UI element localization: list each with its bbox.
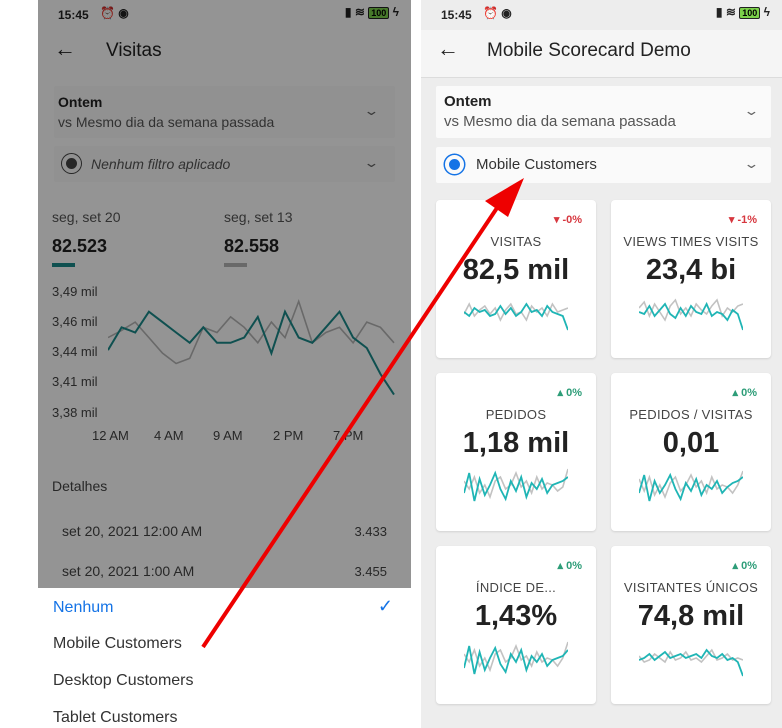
back-arrow-icon[interactable]: ← [437,36,459,62]
battery-icon: 100 [739,6,761,19]
metric-value: 0,01 [662,427,720,459]
date-range-label: Ontem [444,93,492,110]
sparkline [639,470,743,502]
sparkline [639,298,743,331]
metric-label: ÍNDICE DE... [475,580,557,595]
delta-down: ▾ -1% [728,214,757,226]
metric-value: 74,8 mil [637,600,745,632]
delta-value: 0% [566,387,582,399]
sparkline-current [464,470,568,502]
delta-up: ▴ 0% [557,387,582,399]
status-icons: ▮ ≋ 100 ϟ [716,5,770,19]
modal-scrim[interactable] [38,0,411,588]
date-range-selector[interactable]: Ontem vs Mesmo dia da semana passada ⌄ [436,86,771,138]
sparkline-current [464,645,568,675]
sheet-item-label: Mobile Customers [53,635,182,652]
delta-value: -0% [562,214,582,226]
metric-label: VISITANTES ÚNICOS [623,580,759,595]
metric-tile[interactable]: ▴ 0% PEDIDOS / VISITAS 0,01 [611,373,771,531]
sheet-item-desktop-customers[interactable]: Desktop Customers [38,662,411,699]
chevron-down-icon: ⌄ [743,103,760,118]
delta-up: ▴ 0% [557,560,582,572]
metric-value: 1,43% [474,600,558,632]
segment-selector[interactable]: Mobile Customers ⌄ [436,147,771,183]
metric-tile[interactable]: ▴ 0% ÍNDICE DE... 1,43% [436,546,596,704]
segment-label: Mobile Customers [476,156,597,173]
sparkline [639,648,743,677]
sparkline-current [464,302,568,331]
left-phone-screen: 15:45 ⏰ ◉ ▮ ≋ 100 ϟ ← Visitas Ontem vs M… [38,0,411,728]
delta-up: ▴ 0% [732,560,757,572]
status-time: 15:45 [441,8,472,22]
metric-tile[interactable]: ▾ -1% VIEWS TIMES VISITS 23,4 bi [611,200,771,358]
metric-label: VIEWS TIMES VISITS [623,234,759,249]
delta-value: -1% [737,214,757,226]
delta-value: 0% [566,560,582,572]
sheet-item-label: Desktop Customers [53,672,194,689]
sheet-item-label: Nenhum [53,599,114,616]
sheet-item-nenhum[interactable]: Nenhum ✓ [38,588,411,625]
sheet-item-label: Tablet Customers [53,709,178,726]
sparkline-current [639,472,743,502]
alarm-icon: ⏰ ◉ [483,6,512,20]
metric-label: PEDIDOS [485,407,547,422]
right-phone-screen: 15:45 ⏰ ◉ ▮ ≋ 100 ϟ ← Mobile Scorecard D… [421,0,782,728]
sheet-item-tablet-customers[interactable]: Tablet Customers [38,699,411,728]
chevron-down-icon: ⌄ [743,156,760,171]
sheet-item-mobile-customers[interactable]: Mobile Customers [38,625,411,662]
metric-value: 1,18 mil [462,427,570,459]
segment-bottom-sheet: Nenhum ✓ Mobile Customers Desktop Custom… [38,588,411,728]
sparkline-previous [464,641,568,673]
wifi-icon: ≋ [725,5,736,19]
check-icon: ✓ [377,596,393,616]
delta-value: 0% [741,387,757,399]
metric-value: 23,4 bi [645,254,737,286]
metric-label: PEDIDOS / VISITAS [629,407,753,422]
status-bar: 15:45 ⏰ ◉ ▮ ≋ 100 ϟ [421,0,782,30]
metric-tile[interactable]: ▴ 0% PEDIDOS 1,18 mil [436,373,596,531]
sparkline [464,641,568,675]
metric-tile[interactable]: ▴ 0% VISITANTES ÚNICOS 74,8 mil [611,546,771,704]
sparkline [464,468,568,502]
delta-value: 0% [741,560,757,572]
metric-value: 82,5 mil [462,254,570,286]
delta-up: ▴ 0% [732,387,757,399]
app-bar: ← Mobile Scorecard Demo [421,30,782,78]
page-title: Mobile Scorecard Demo [487,40,691,61]
segment-icon [445,155,464,174]
delta-down: ▾ -0% [553,214,582,226]
sparkline [464,302,568,331]
metric-label: VISITAS [490,234,542,249]
date-range-compare: vs Mesmo dia da semana passada [444,113,676,130]
metric-tile[interactable]: ▾ -0% VISITAS 82,5 mil [436,200,596,358]
signal-icon: ▮ [715,5,723,19]
charging-icon: ϟ [763,5,770,19]
